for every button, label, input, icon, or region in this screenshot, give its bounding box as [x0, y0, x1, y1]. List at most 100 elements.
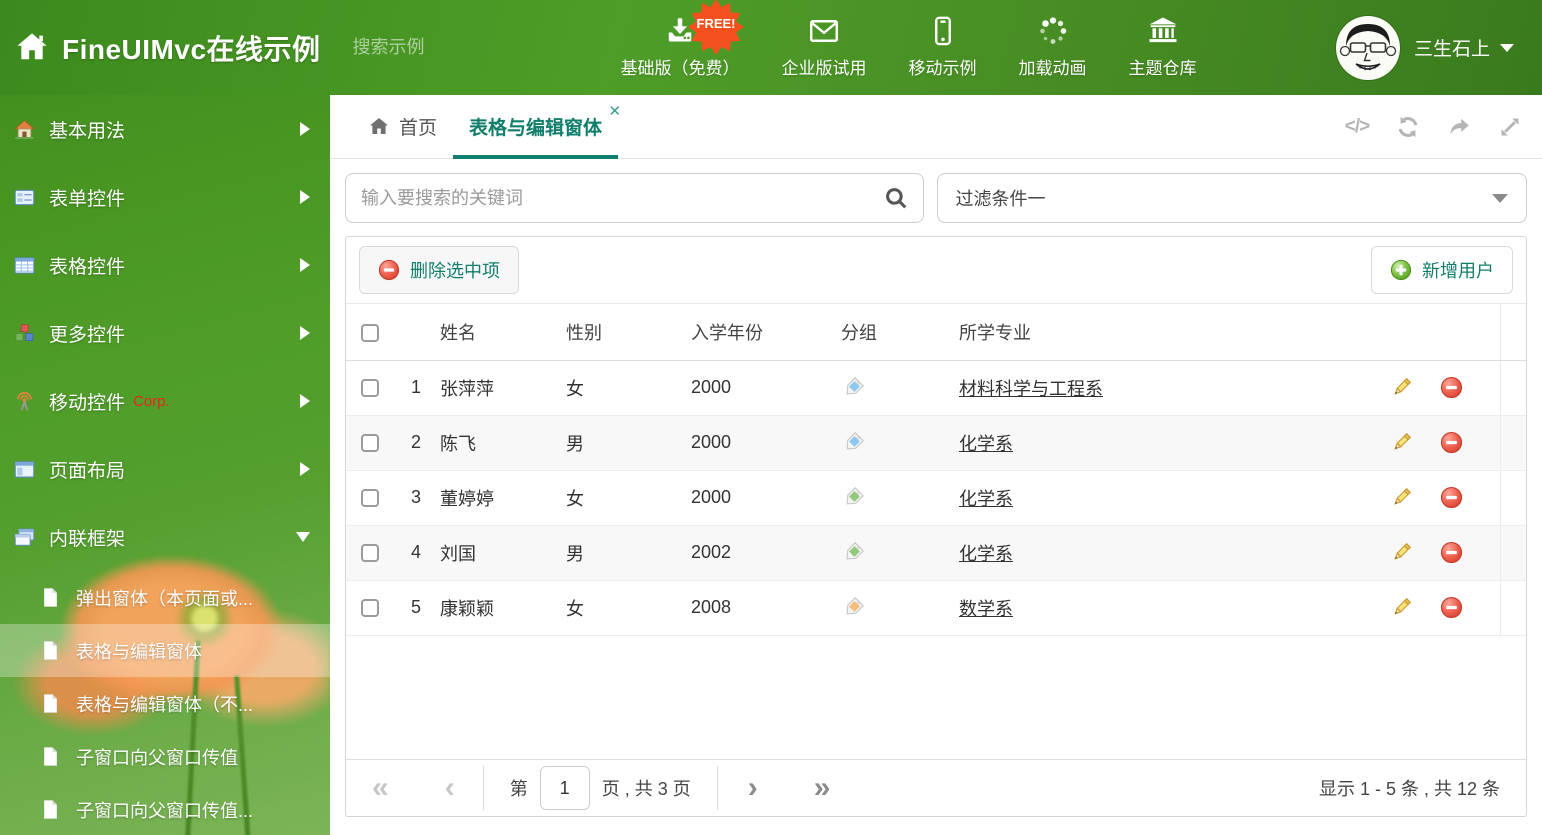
- layout-color-icon: [14, 459, 35, 480]
- filter-dropdown[interactable]: 过滤条件一: [936, 173, 1527, 223]
- sidebar-item[interactable]: 页面布局: [0, 435, 330, 503]
- table-header-row: 姓名 性别 入学年份 分组 所学专业: [346, 304, 1526, 361]
- frames-color-icon: [14, 527, 35, 548]
- add-user-button[interactable]: 新增用户: [1371, 246, 1513, 294]
- select-all-checkbox[interactable]: [361, 323, 379, 342]
- sidebar-item[interactable]: 移动控件 Corp.: [0, 367, 330, 435]
- phone-icon: [928, 16, 958, 46]
- grid-toolbar: 删除选中项 新增用户: [346, 237, 1526, 304]
- cell-year: 2000: [691, 360, 841, 416]
- major-link[interactable]: 化学系: [959, 434, 1013, 454]
- cell-name: 张萍萍: [440, 360, 566, 416]
- col-year: 入学年份: [691, 304, 841, 361]
- sidebar-item[interactable]: 表单控件: [0, 163, 330, 231]
- row-index: 2: [392, 415, 440, 471]
- sidebar-subitem[interactable]: 表格与编辑窗体: [0, 624, 330, 677]
- tab-label: 首页: [399, 118, 438, 139]
- col-group: 分组: [841, 304, 959, 361]
- code-icon[interactable]: </>: [1345, 115, 1370, 139]
- keyword-search-input[interactable]: [361, 187, 884, 209]
- chevron-down-icon: [296, 532, 310, 542]
- cell-gender: 女: [566, 580, 691, 636]
- main-area: 首页 表格与编辑窗体 ✕ </> 输入要搜索的关键词 过滤条件一 删除选中项 新…: [330, 95, 1542, 835]
- chevron-right-icon: [300, 462, 310, 476]
- table-row: 3 董婷婷 女 2000 化学系: [346, 470, 1526, 526]
- delete-icon[interactable]: [1440, 541, 1463, 564]
- pagination-bar: « ‹ 第 页 , 共 3 页 › » 显示 1 - 5 条 , 共 12 条: [346, 759, 1526, 816]
- username: 三生石上: [1413, 39, 1490, 60]
- sidebar-item[interactable]: 内联框架: [0, 503, 330, 571]
- table-row: 1 张萍萍 女 2000 材料科学与工程系: [346, 360, 1526, 416]
- major-link[interactable]: 数学系: [959, 599, 1013, 619]
- user-menu[interactable]: 三生石上: [1335, 15, 1514, 80]
- col-gender: 性别: [566, 304, 691, 361]
- free-badge: FREE!: [688, 0, 744, 55]
- cell-name: 康颖颖: [440, 580, 566, 636]
- tab-home[interactable]: 首页: [352, 95, 453, 158]
- tag-icon: [841, 596, 865, 620]
- last-page-button[interactable]: »: [814, 773, 831, 803]
- prev-page-button[interactable]: ‹: [445, 773, 455, 803]
- free-badge-label: FREE!: [696, 16, 736, 31]
- tag-icon: [841, 431, 865, 455]
- tab-grid-edit-window[interactable]: 表格与编辑窗体 ✕: [453, 95, 621, 159]
- sidebar-subitem[interactable]: 子窗口向父窗口传值: [0, 730, 330, 783]
- edit-icon[interactable]: [1390, 431, 1413, 454]
- first-page-button[interactable]: «: [372, 773, 389, 803]
- search-icon[interactable]: [884, 186, 908, 210]
- sidebar-item[interactable]: 更多控件: [0, 299, 330, 367]
- delete-icon[interactable]: [1440, 596, 1463, 619]
- chevron-down-icon: [1500, 43, 1514, 52]
- header-nav-item[interactable]: 企业版试用: [761, 16, 888, 79]
- cell-gender: 男: [566, 525, 691, 581]
- share-icon[interactable]: [1447, 115, 1471, 139]
- major-link[interactable]: 化学系: [959, 489, 1013, 509]
- edit-icon[interactable]: [1390, 596, 1413, 619]
- delete-icon[interactable]: [1440, 486, 1463, 509]
- expand-icon[interactable]: [1498, 115, 1522, 139]
- cell-gender: 女: [566, 470, 691, 526]
- edit-icon[interactable]: [1390, 486, 1413, 509]
- row-index: 3: [392, 470, 440, 526]
- header-search: [352, 36, 585, 60]
- home-icon[interactable]: [14, 30, 50, 66]
- corp-badge: Corp.: [133, 392, 170, 410]
- delete-selected-button[interactable]: 删除选中项: [359, 246, 519, 294]
- row-checkbox[interactable]: [361, 489, 379, 508]
- cell-gender: 女: [566, 360, 691, 416]
- refresh-icon[interactable]: [1396, 115, 1420, 139]
- header-nav-item[interactable]: 主题仓库: [1108, 16, 1218, 79]
- row-checkbox[interactable]: [361, 599, 379, 618]
- header-search-input[interactable]: [352, 37, 585, 58]
- header-nav-item[interactable]: 加载动画: [998, 16, 1108, 79]
- header-nav-item[interactable]: 移动示例: [888, 16, 998, 79]
- plus-circle-icon: [1390, 259, 1412, 281]
- sidebar-item[interactable]: 基本用法: [0, 95, 330, 163]
- delete-icon[interactable]: [1440, 431, 1463, 454]
- document-icon: [41, 640, 60, 661]
- chevron-right-icon: [300, 394, 310, 408]
- row-checkbox[interactable]: [361, 544, 379, 563]
- major-link[interactable]: 材料科学与工程系: [959, 379, 1103, 399]
- sidebar-item[interactable]: 表格控件: [0, 231, 330, 299]
- page-number-input[interactable]: [539, 766, 590, 810]
- sidebar-subitem[interactable]: 表格与编辑窗体（不...: [0, 677, 330, 730]
- edit-icon[interactable]: [1390, 376, 1413, 399]
- row-checkbox[interactable]: [361, 434, 379, 453]
- tag-icon: [841, 486, 865, 510]
- major-link[interactable]: 化学系: [959, 544, 1013, 564]
- sidebar-subitem[interactable]: 子窗口向父窗口传值...: [0, 783, 330, 835]
- row-index: 5: [392, 580, 440, 636]
- chevron-right-icon: [300, 190, 310, 204]
- close-icon[interactable]: ✕: [608, 102, 621, 120]
- edit-icon[interactable]: [1390, 541, 1413, 564]
- sidebar-subitem[interactable]: 弹出窗体（本页面或...: [0, 571, 330, 624]
- delete-icon[interactable]: [1440, 376, 1463, 399]
- col-name: 姓名: [440, 304, 566, 361]
- table-color-icon: [14, 255, 35, 276]
- cubes-color-icon: [14, 323, 35, 344]
- row-checkbox[interactable]: [361, 379, 379, 398]
- next-page-button[interactable]: ›: [748, 773, 758, 803]
- chevron-right-icon: [300, 258, 310, 272]
- cell-year: 2008: [691, 580, 841, 636]
